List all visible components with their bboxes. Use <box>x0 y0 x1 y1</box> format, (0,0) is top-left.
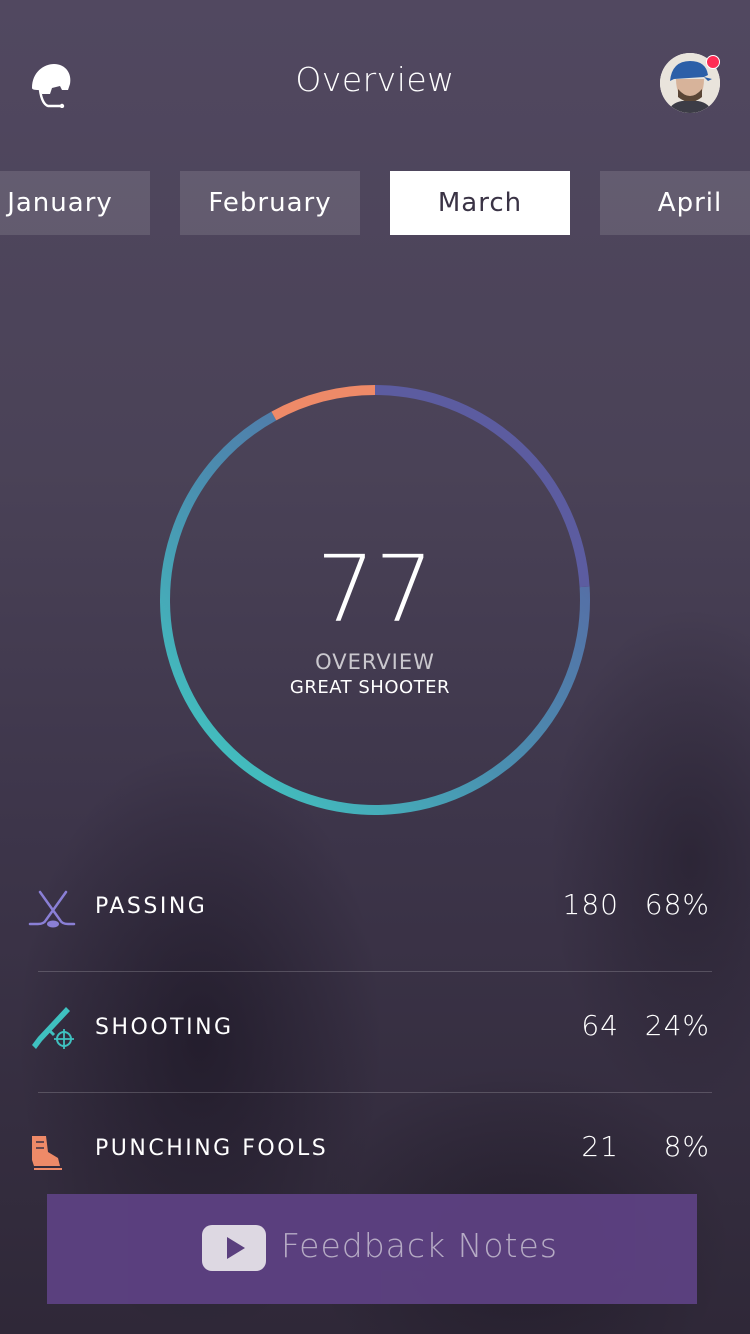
page-title: Overview <box>295 60 455 99</box>
notification-dot <box>706 55 720 69</box>
tab-april[interactable]: April <box>600 171 750 235</box>
stat-label: PASSING <box>95 894 208 919</box>
stat-count: 180 <box>562 888 619 921</box>
feedback-notes-button[interactable]: Feedback Notes <box>47 1194 697 1304</box>
tab-march[interactable]: March <box>390 171 570 235</box>
rifle-target-icon <box>26 1001 80 1055</box>
skate-boot-icon <box>26 1122 80 1176</box>
stat-percent: 8% <box>663 1130 710 1163</box>
stat-count: 64 <box>581 1009 619 1042</box>
play-icon <box>202 1225 266 1271</box>
tab-february[interactable]: February <box>180 171 360 235</box>
stat-count: 21 <box>581 1130 619 1163</box>
stat-row-shooting[interactable]: SHOOTING 64 24% <box>0 1001 750 1061</box>
stat-row-punching-fools[interactable]: PUNCHING FOOLS 21 8% <box>0 1122 750 1182</box>
feedback-notes-label: Feedback Notes <box>281 1226 558 1265</box>
tab-january[interactable]: January <box>0 171 150 235</box>
stat-percent: 68% <box>644 888 710 921</box>
stat-percent: 24% <box>644 1009 710 1042</box>
ring-segment-punching <box>271 385 376 421</box>
divider <box>38 1092 712 1093</box>
stat-row-passing[interactable]: PASSING 180 68% <box>0 880 750 940</box>
stat-label: SHOOTING <box>95 1015 234 1040</box>
hockey-sticks-icon <box>26 880 80 934</box>
overview-label: OVERVIEW <box>315 650 435 674</box>
divider <box>38 971 712 972</box>
stat-label: PUNCHING FOOLS <box>95 1136 329 1161</box>
overview-score: 77 <box>316 536 434 643</box>
overview-subtitle: GREAT SHOOTER <box>289 677 451 698</box>
